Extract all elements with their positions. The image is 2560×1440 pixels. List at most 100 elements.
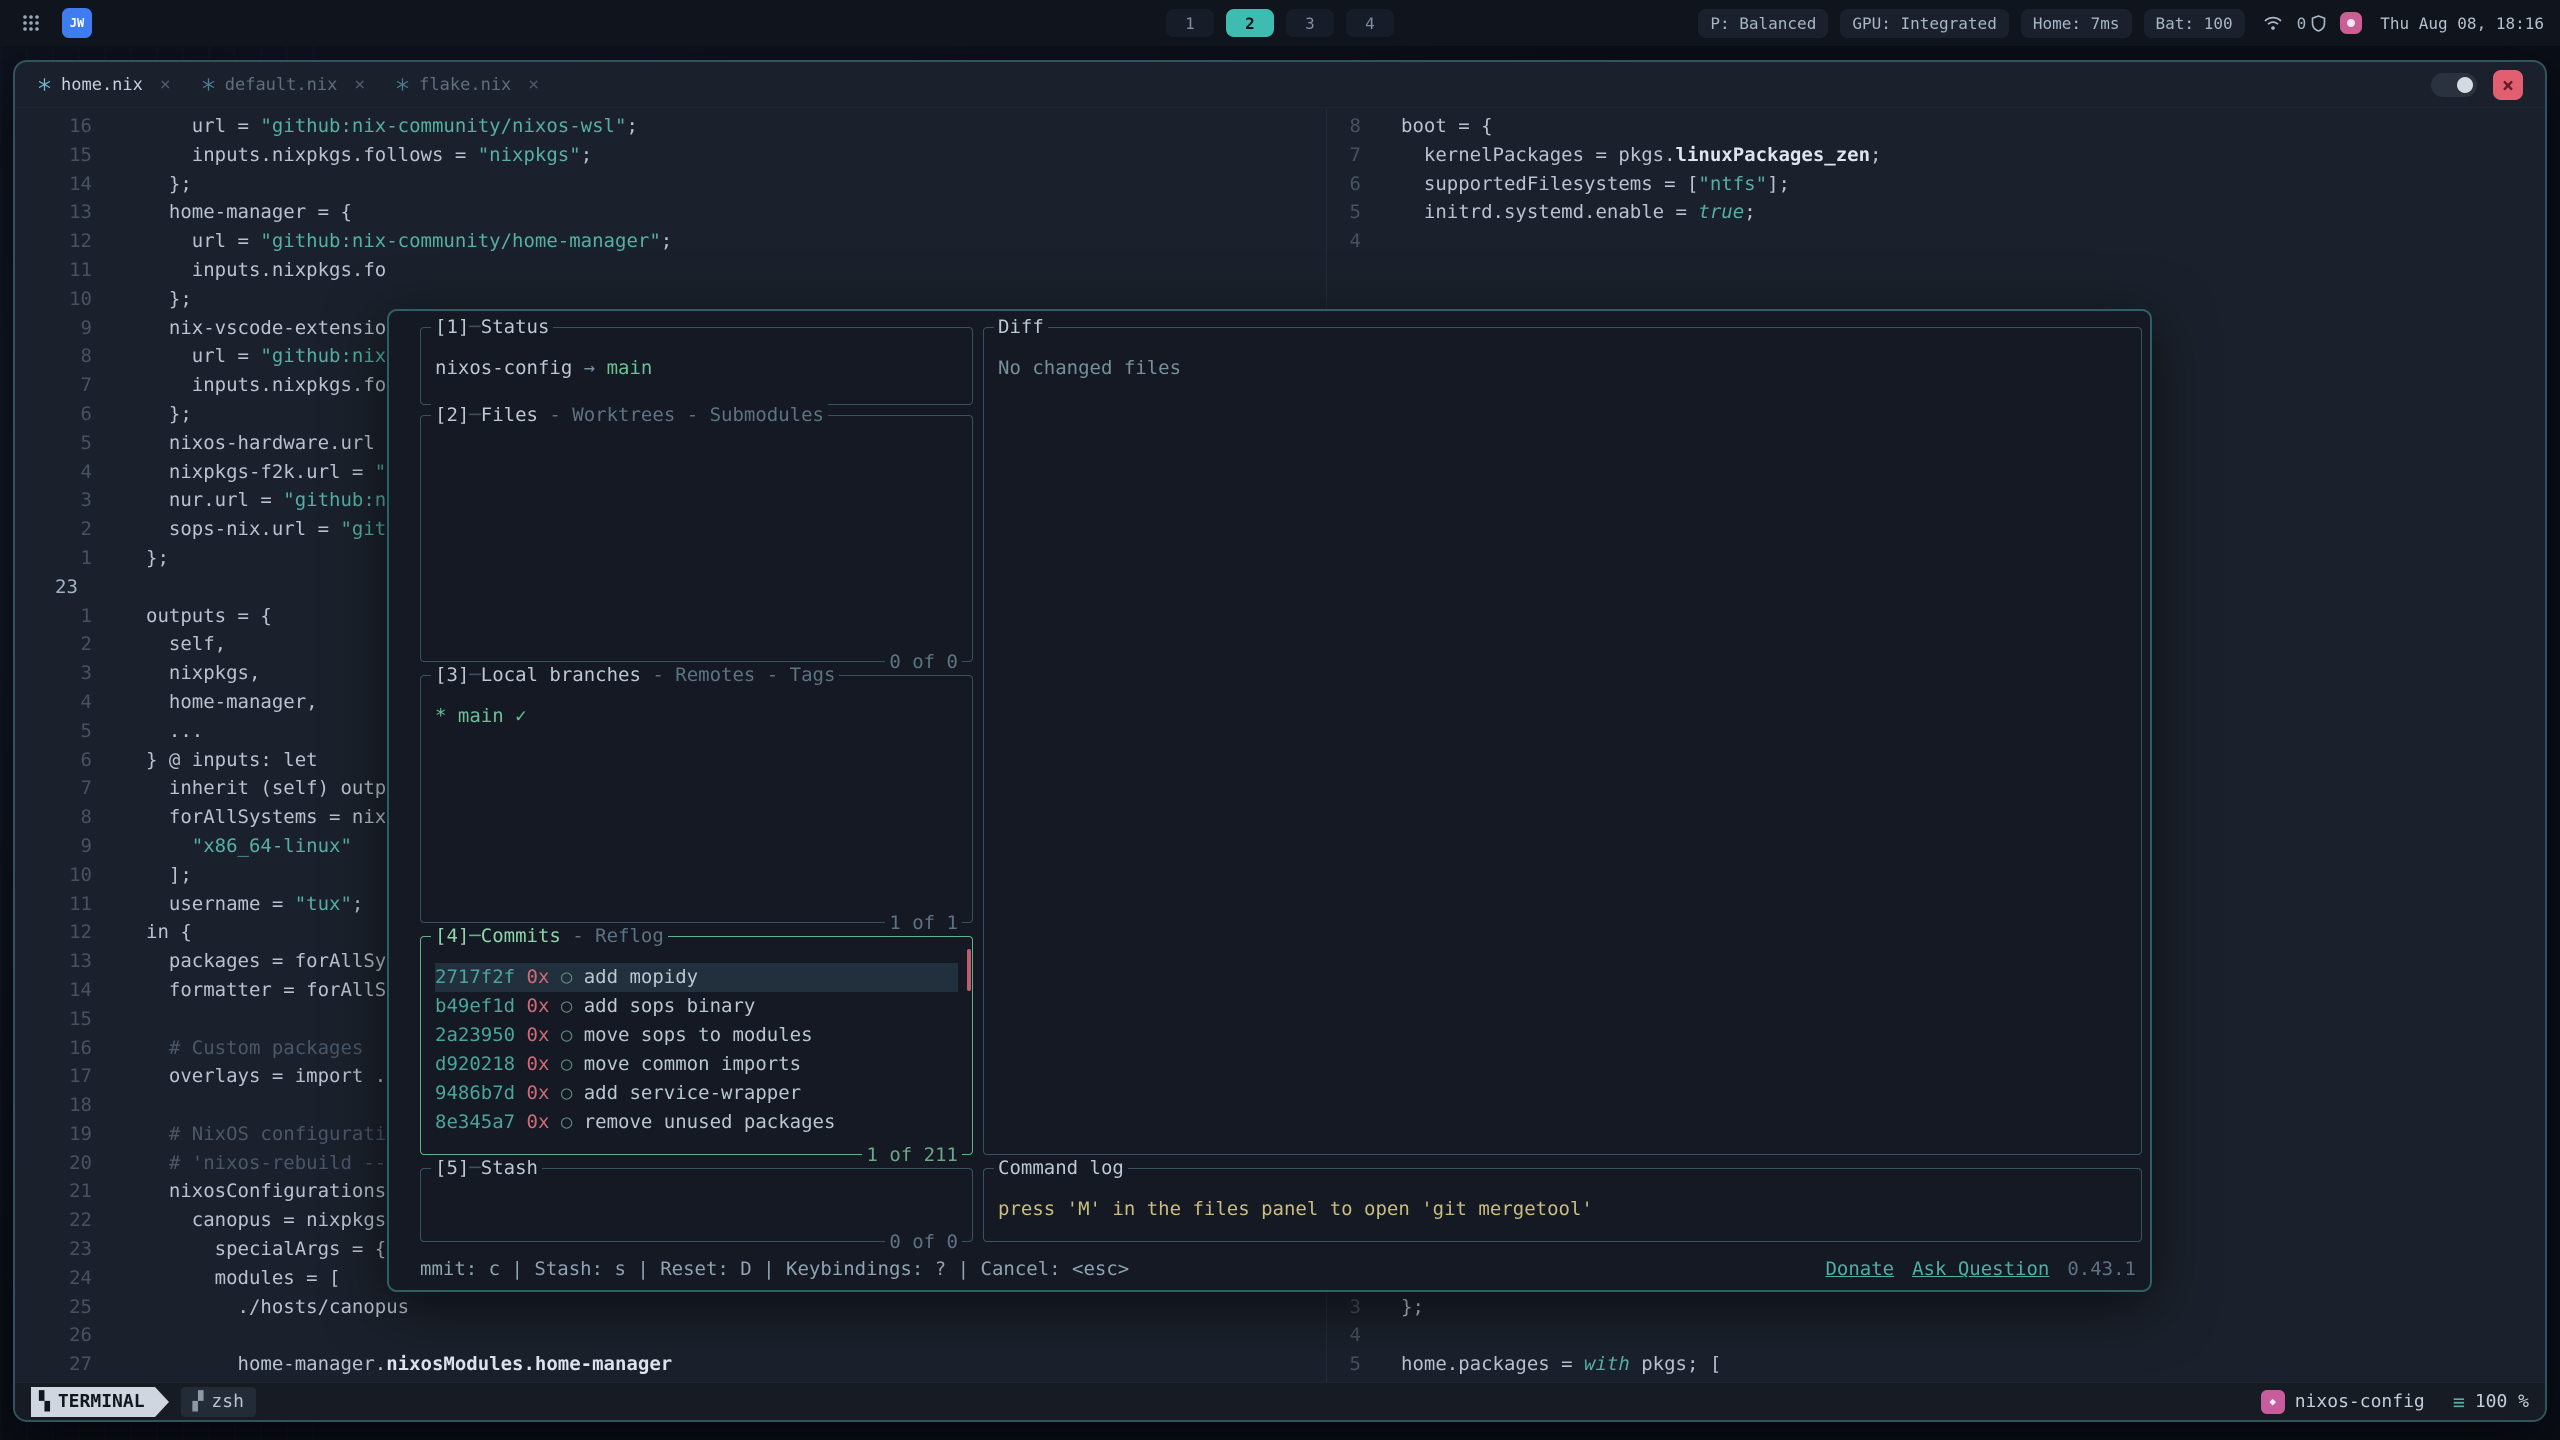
status-module: Bat: 100 xyxy=(2144,9,2245,38)
modules: P: BalancedGPU: IntegratedHome: 7msBat: … xyxy=(1686,9,2244,38)
code-text: modules = [ xyxy=(146,1264,340,1293)
app-launcher-icon[interactable] xyxy=(16,8,46,38)
lazygit-files-panel[interactable]: [2]─Files - Worktrees - Submodules 0 of … xyxy=(420,415,973,662)
tab-close-icon[interactable]: × xyxy=(528,74,539,95)
commit-message: add mopidy xyxy=(584,966,698,988)
commit-hash: 8e345a7 xyxy=(435,1111,515,1133)
volume-level: 100 % xyxy=(2475,1391,2529,1412)
line-number: 15 xyxy=(45,1005,92,1034)
code-text: }; xyxy=(146,544,169,573)
line-number: 5 xyxy=(1335,1350,1361,1379)
panel-title: [3]─Local branches - Remotes - Tags xyxy=(431,663,839,687)
line-number: 8 xyxy=(1335,112,1361,141)
status-module: GPU: Integrated xyxy=(1840,9,2009,38)
panel-title: Command log xyxy=(994,1156,1128,1180)
zellij-logo-icon: ▚ xyxy=(39,1391,50,1412)
line-number: 9 xyxy=(45,832,92,861)
commit-row[interactable]: 9486b7d 0x ○ add service-wrapper xyxy=(435,1079,958,1108)
code-text: in { xyxy=(146,918,192,947)
workspace-button-2[interactable]: 2 xyxy=(1226,9,1274,37)
code-line: 14 }; xyxy=(15,170,1326,199)
panel-title: Diff xyxy=(994,315,1048,339)
lazygit-command-log-panel[interactable]: Command log press 'M' in the files panel… xyxy=(983,1168,2142,1242)
line-number: 27 xyxy=(45,1350,92,1379)
nix-snowflake-icon xyxy=(395,77,410,92)
code-text: canopus = nixpkgs xyxy=(146,1206,386,1235)
line-number: 4 xyxy=(45,458,92,487)
line-number: 7 xyxy=(45,371,92,400)
lazygit-diff-panel[interactable]: Diff No changed files xyxy=(983,327,2142,1155)
code-line: 15 inputs.nixpkgs.follows = "nixpkgs"; xyxy=(15,141,1326,170)
panel-count: 0 of 0 xyxy=(885,1231,962,1253)
code-text: kernelPackages = pkgs.linuxPackages_zen; xyxy=(1401,141,1881,170)
tab-close-icon[interactable]: × xyxy=(354,74,365,95)
scrollbar-thumb[interactable] xyxy=(967,949,971,991)
line-number: 13 xyxy=(45,947,92,976)
tab-default.nix[interactable]: default.nix× xyxy=(201,74,365,95)
commit-message: move common imports xyxy=(584,1053,801,1075)
lazygit-stash-panel[interactable]: [5]─Stash 0 of 0 xyxy=(420,1168,973,1242)
code-text: sops-nix.url = "git xyxy=(146,515,386,544)
line-number: 13 xyxy=(45,198,92,227)
volume-icon: ≡ xyxy=(2453,1390,2465,1414)
code-line: 27 home-manager.nixosModules.home-manage… xyxy=(15,1350,1326,1379)
notifications-indicator[interactable]: 0 xyxy=(2297,14,2327,33)
panel-title: [2]─Files - Worktrees - Submodules xyxy=(431,403,828,427)
workspace-button-4[interactable]: 4 xyxy=(1346,9,1394,37)
workspace-button-3[interactable]: 3 xyxy=(1286,9,1334,37)
lazygit-commits-panel[interactable]: [4]─Commits - Reflog 2717f2f 0x ○ add mo… xyxy=(420,936,973,1155)
code-text: username = "tux"; xyxy=(146,890,363,919)
commit-message: add sops binary xyxy=(584,995,756,1017)
code-line: 16 url = "github:nix-community/nixos-wsl… xyxy=(15,112,1326,141)
commit-row[interactable]: 2717f2f 0x ○ add mopidy xyxy=(435,963,958,992)
line-number: 21 xyxy=(45,1177,92,1206)
donate-link[interactable]: Donate xyxy=(1825,1255,1894,1284)
code-line: 5 initrd.systemd.enable = true; xyxy=(1327,198,2545,227)
line-number: 3 xyxy=(45,486,92,515)
line-number: 9 xyxy=(45,314,92,343)
line-number: 11 xyxy=(45,890,92,919)
workspace-switcher: 1234 xyxy=(1166,0,1394,46)
wifi-icon[interactable] xyxy=(2263,15,2283,31)
line-number: 7 xyxy=(1335,141,1361,170)
line-number: 10 xyxy=(45,285,92,314)
code-text: home-manager, xyxy=(146,688,318,717)
screen-record-icon[interactable] xyxy=(2340,12,2362,34)
status-module: Home: 7ms xyxy=(2021,9,2132,38)
line-number: 1 xyxy=(45,544,92,573)
commit-author: 0x xyxy=(515,1024,549,1046)
commit-graph-node: ○ xyxy=(549,995,583,1017)
line-number: 18 xyxy=(45,1091,92,1120)
tab-close-icon[interactable]: × xyxy=(160,74,171,95)
line-number: 23 xyxy=(45,1235,92,1264)
line-number: 24 xyxy=(45,1264,92,1293)
lazygit-status-panel[interactable]: [1]─Status nixos-config → main xyxy=(420,327,973,405)
commit-message: add service-wrapper xyxy=(584,1082,801,1104)
tab-flake.nix[interactable]: flake.nix× xyxy=(395,74,539,95)
code-text: inherit (self) outp xyxy=(146,774,386,803)
shell-label: zsh xyxy=(211,1391,244,1412)
code-text: supportedFilesystems = ["ntfs"]; xyxy=(1401,170,1790,199)
code-text: home-manager.nixosModules.home-manager xyxy=(146,1350,672,1379)
line-number xyxy=(1335,256,1361,285)
line-number: 7 xyxy=(45,774,92,803)
code-text: boot = { xyxy=(1401,112,1493,141)
commit-row[interactable]: d920218 0x ○ move common imports xyxy=(435,1050,958,1079)
line-number: 6 xyxy=(1335,170,1361,199)
window-close-button[interactable]: × xyxy=(2493,70,2523,100)
workspace-button-1[interactable]: 1 xyxy=(1166,9,1214,37)
keybindings-hint: mmit: c | Stash: s | Reset: D | Keybindi… xyxy=(420,1255,1129,1284)
shell-tab[interactable]: ▞ zsh xyxy=(181,1387,256,1417)
code-line xyxy=(1327,256,2545,285)
tab-home.nix[interactable]: home.nix× xyxy=(37,74,171,95)
commit-row[interactable]: b49ef1d 0x ○ add sops binary xyxy=(435,992,958,1021)
commit-row[interactable]: 8e345a7 0x ○ remove unused packages xyxy=(435,1108,958,1137)
lazygit-branches-panel[interactable]: [3]─Local branches - Remotes - Tags * ma… xyxy=(420,675,973,923)
code-line: 4 xyxy=(1327,1321,2545,1350)
window-pin-toggle[interactable] xyxy=(2431,73,2477,97)
ask-question-link[interactable]: Ask Question xyxy=(1912,1255,2049,1284)
line-number: 12 xyxy=(45,918,92,947)
commit-row[interactable]: 2a23950 0x ○ move sops to modules xyxy=(435,1021,958,1050)
code-text: }; xyxy=(146,400,192,429)
panel-count: 1 of 1 xyxy=(885,912,962,934)
